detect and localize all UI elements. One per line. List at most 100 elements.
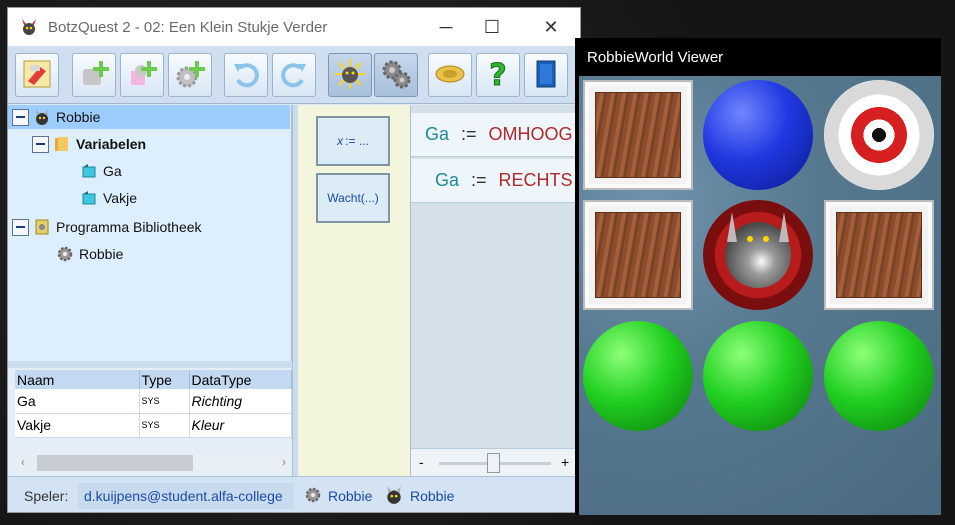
collapse-toggle[interactable] xyxy=(12,218,29,236)
exit-button[interactable] xyxy=(524,53,568,97)
status-bar: Speler: d.kuijpens@student.alfa-college … xyxy=(8,476,580,512)
green-ball-tile xyxy=(703,321,813,431)
undo-icon xyxy=(230,58,262,93)
settings-button[interactable] xyxy=(374,53,418,97)
wait-block[interactable]: Wacht(...) xyxy=(316,173,390,223)
door-icon xyxy=(529,57,563,94)
cell-type: SYS xyxy=(139,389,190,414)
robot-edit-icon xyxy=(20,57,54,94)
player-label: Speler: xyxy=(24,488,69,504)
program-var: Ga xyxy=(425,124,450,144)
title-bar: BotzQuest 2 - 02: Een Klein Stukje Verde… xyxy=(8,8,580,46)
tree-item-ga[interactable]: Ga xyxy=(80,159,122,183)
cell-datatype: Richting xyxy=(189,389,292,414)
undo-button[interactable] xyxy=(224,53,268,97)
robot-add-icon xyxy=(77,57,111,94)
gear-add-icon xyxy=(173,57,207,94)
gears-icon xyxy=(379,57,413,94)
program-op: := xyxy=(471,170,487,190)
robot-tile xyxy=(703,200,813,310)
wait-block-label: Wacht(...) xyxy=(327,191,379,205)
gear-icon xyxy=(304,486,322,507)
tree-label: Variabelen xyxy=(76,136,147,152)
status-tab-robot[interactable]: Robbie xyxy=(410,488,454,504)
column-header-naam[interactable]: Naam xyxy=(15,370,140,389)
target-tile xyxy=(824,80,934,190)
status-tab-library[interactable]: Robbie xyxy=(328,488,372,504)
maximize-button[interactable]: ☐ xyxy=(468,8,516,46)
module-add-icon xyxy=(125,57,159,94)
badge-button[interactable] xyxy=(428,53,472,97)
world-grid xyxy=(579,76,941,515)
tree-item-library-robbie[interactable]: Robbie xyxy=(56,242,123,266)
tree-item-vakje[interactable]: Vakje xyxy=(80,186,137,210)
program-value: RECHTS xyxy=(498,170,573,190)
tree-label: Vakje xyxy=(103,190,137,206)
program-var: Ga xyxy=(435,170,460,190)
zoom-control: - + xyxy=(411,448,580,476)
column-header-type[interactable]: Type xyxy=(139,370,190,389)
question-icon: ? xyxy=(481,57,515,94)
tree-item-robbie[interactable]: Robbie xyxy=(8,105,290,129)
variables-table: Naam Type DataType Ga SYS Richting Vakje… xyxy=(15,370,292,438)
zoom-in-button[interactable]: + xyxy=(561,454,569,470)
program-line[interactable]: Ga := OMHOOG xyxy=(411,113,580,157)
wooden-box-tile xyxy=(824,200,934,310)
zoom-out-button[interactable]: - xyxy=(419,454,424,470)
cell-naam: Vakje xyxy=(15,413,140,438)
cell-type: SYS xyxy=(139,413,190,438)
redo-button[interactable] xyxy=(272,53,316,97)
tree-label: Robbie xyxy=(56,109,101,125)
horizontal-scrollbar[interactable]: ‹ › xyxy=(15,452,292,474)
assign-block[interactable]: x := ... xyxy=(316,116,390,166)
minimize-button[interactable]: ─ xyxy=(422,8,470,46)
program-panel: Ga := OMHOOG Ga := RECHTS - + xyxy=(410,105,580,476)
collapse-toggle[interactable] xyxy=(32,135,49,153)
main-window: BotzQuest 2 - 02: Een Klein Stukje Verde… xyxy=(7,7,581,513)
wooden-box-tile xyxy=(583,80,693,190)
tree-label: Ga xyxy=(103,163,122,179)
variable-icon xyxy=(80,162,98,180)
toolbar: ? xyxy=(8,46,580,104)
library-icon xyxy=(33,218,51,236)
variable-icon xyxy=(80,189,98,207)
table-row[interactable]: Vakje SYS Kleur xyxy=(15,413,292,438)
close-button[interactable]: ✕ xyxy=(527,8,575,46)
horizontal-splitter[interactable] xyxy=(8,361,292,368)
collapse-toggle[interactable] xyxy=(12,108,29,126)
tree-label: Programma Bibliotheek xyxy=(56,219,202,235)
program-line[interactable]: Ga := RECHTS xyxy=(411,159,580,203)
run-button[interactable] xyxy=(328,53,372,97)
tree-item-library[interactable]: Programma Bibliotheek xyxy=(12,215,202,239)
assign-block-op: := ... xyxy=(345,134,369,148)
badge-icon xyxy=(433,57,467,94)
robot-icon xyxy=(33,108,51,126)
robbieworld-viewer-window: RobbieWorld Viewer xyxy=(575,38,941,515)
edit-robot-button[interactable] xyxy=(15,53,59,97)
svg-text:?: ? xyxy=(489,58,506,91)
robot-icon xyxy=(384,485,404,508)
blue-ball-tile xyxy=(703,80,813,190)
add-gear-button[interactable] xyxy=(168,53,212,97)
help-button[interactable]: ? xyxy=(476,53,520,97)
scroll-left-icon[interactable]: ‹ xyxy=(21,455,25,469)
player-value: d.kuijpens@student.alfa-college xyxy=(78,483,294,509)
variables-table-panel: Naam Type DataType Ga SYS Richting Vakje… xyxy=(8,368,292,476)
scrollbar-thumb[interactable] xyxy=(37,455,193,471)
assign-block-var: x xyxy=(337,134,344,148)
blocks-palette: x := ... Wacht(...) xyxy=(298,105,410,476)
scroll-right-icon[interactable]: › xyxy=(282,455,286,469)
viewer-title: RobbieWorld Viewer xyxy=(587,48,724,66)
tree-item-variabelen[interactable]: Variabelen xyxy=(32,132,146,156)
folder-icon xyxy=(53,135,71,153)
zoom-thumb[interactable] xyxy=(487,453,500,473)
green-ball-tile xyxy=(824,321,934,431)
app-robot-icon xyxy=(18,16,40,38)
green-ball-tile xyxy=(583,321,693,431)
sun-icon xyxy=(333,57,367,94)
add-robot-button[interactable] xyxy=(72,53,116,97)
column-header-datatype[interactable]: DataType xyxy=(189,370,292,389)
table-row[interactable]: Ga SYS Richting xyxy=(15,389,292,414)
add-module-button[interactable] xyxy=(120,53,164,97)
program-value: OMHOOG xyxy=(488,124,573,144)
